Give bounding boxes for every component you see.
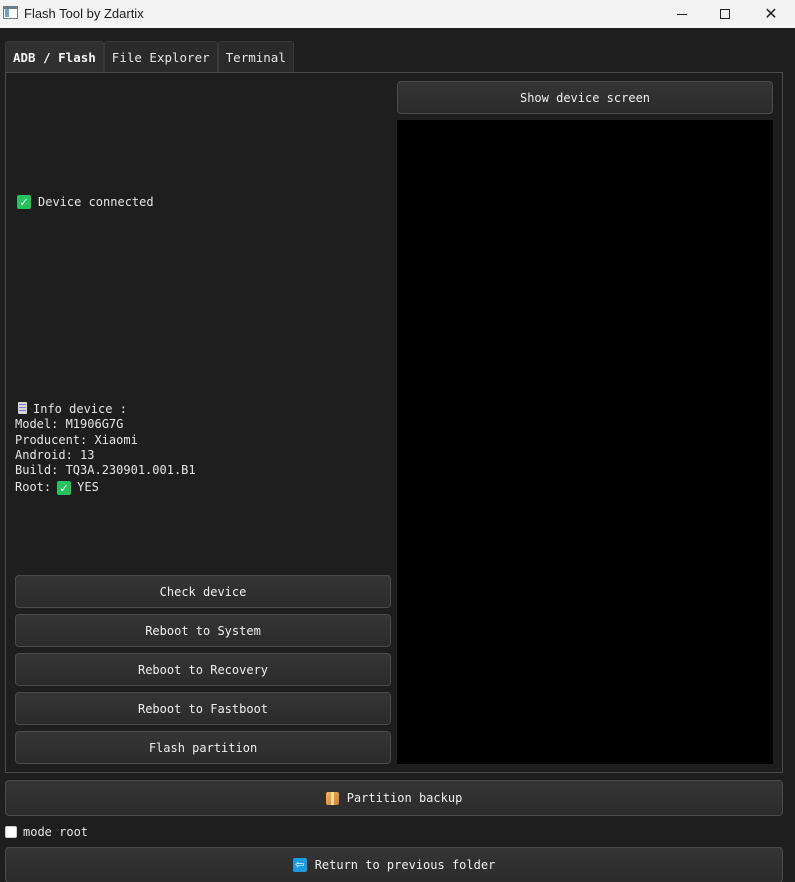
package-icon bbox=[325, 791, 339, 805]
minimize-icon bbox=[677, 13, 687, 15]
tab-adb-flash[interactable]: ADB / Flash bbox=[5, 41, 104, 72]
window-title: Flash Tool by Zdartix bbox=[24, 6, 144, 21]
maximize-icon bbox=[720, 9, 730, 19]
tab-file-explorer[interactable]: File Explorer bbox=[103, 41, 218, 72]
mode-root-checkbox[interactable] bbox=[5, 826, 17, 838]
partition-backup-label: Partition backup bbox=[346, 791, 463, 805]
info-producent: Producent: Xiaomi bbox=[15, 432, 138, 447]
close-icon: ✕ bbox=[764, 4, 778, 23]
check-icon: ✓ bbox=[17, 195, 31, 209]
return-folder-button[interactable]: ⇦ Return to previous folder bbox=[5, 847, 783, 882]
root-value: YES bbox=[77, 480, 99, 495]
tab-bar: ADB / Flash File Explorer Terminal bbox=[5, 41, 294, 72]
device-info: Info device : Model: M1906G7G Producent:… bbox=[15, 402, 196, 496]
root-check-icon: ✓ bbox=[57, 481, 72, 496]
document-icon bbox=[18, 402, 27, 414]
reboot-fastboot-button[interactable]: Reboot to Fastboot bbox=[15, 692, 391, 725]
check-device-button[interactable]: Check device bbox=[15, 575, 391, 608]
partition-backup-button[interactable]: Partition backup bbox=[5, 780, 783, 816]
mode-root-toggle[interactable]: mode root bbox=[5, 825, 88, 839]
info-header-text: Info device : bbox=[33, 402, 127, 416]
info-android: Android: 13 bbox=[15, 447, 95, 462]
tab-terminal[interactable]: Terminal bbox=[217, 41, 294, 72]
close-button[interactable]: ✕ bbox=[748, 0, 794, 28]
return-folder-label: Return to previous folder bbox=[314, 858, 496, 872]
info-header: Info device : bbox=[15, 402, 196, 417]
reboot-system-button[interactable]: Reboot to System bbox=[15, 614, 391, 647]
device-status: ✓ Device connected bbox=[17, 195, 154, 209]
minimize-button[interactable] bbox=[659, 0, 705, 28]
reboot-recovery-button[interactable]: Reboot to Recovery bbox=[15, 653, 391, 686]
mode-root-label: mode root bbox=[23, 825, 89, 839]
title-bar: Flash Tool by Zdartix ✕ bbox=[0, 0, 795, 28]
info-root: Root: ✓ YES bbox=[15, 480, 196, 496]
info-build: Build: TQ3A.230901.001.B1 bbox=[15, 463, 196, 478]
device-status-text: Device connected bbox=[38, 195, 154, 209]
info-model: Model: M1906G7G bbox=[15, 417, 124, 432]
maximize-button[interactable] bbox=[702, 0, 748, 28]
root-label: Root: bbox=[15, 480, 52, 495]
device-screen-view bbox=[397, 120, 773, 764]
back-arrow-icon: ⇦ bbox=[292, 858, 307, 872]
show-device-screen-button[interactable]: Show device screen bbox=[397, 81, 773, 114]
app-icon bbox=[3, 6, 18, 19]
flash-partition-button[interactable]: Flash partition bbox=[15, 731, 391, 764]
